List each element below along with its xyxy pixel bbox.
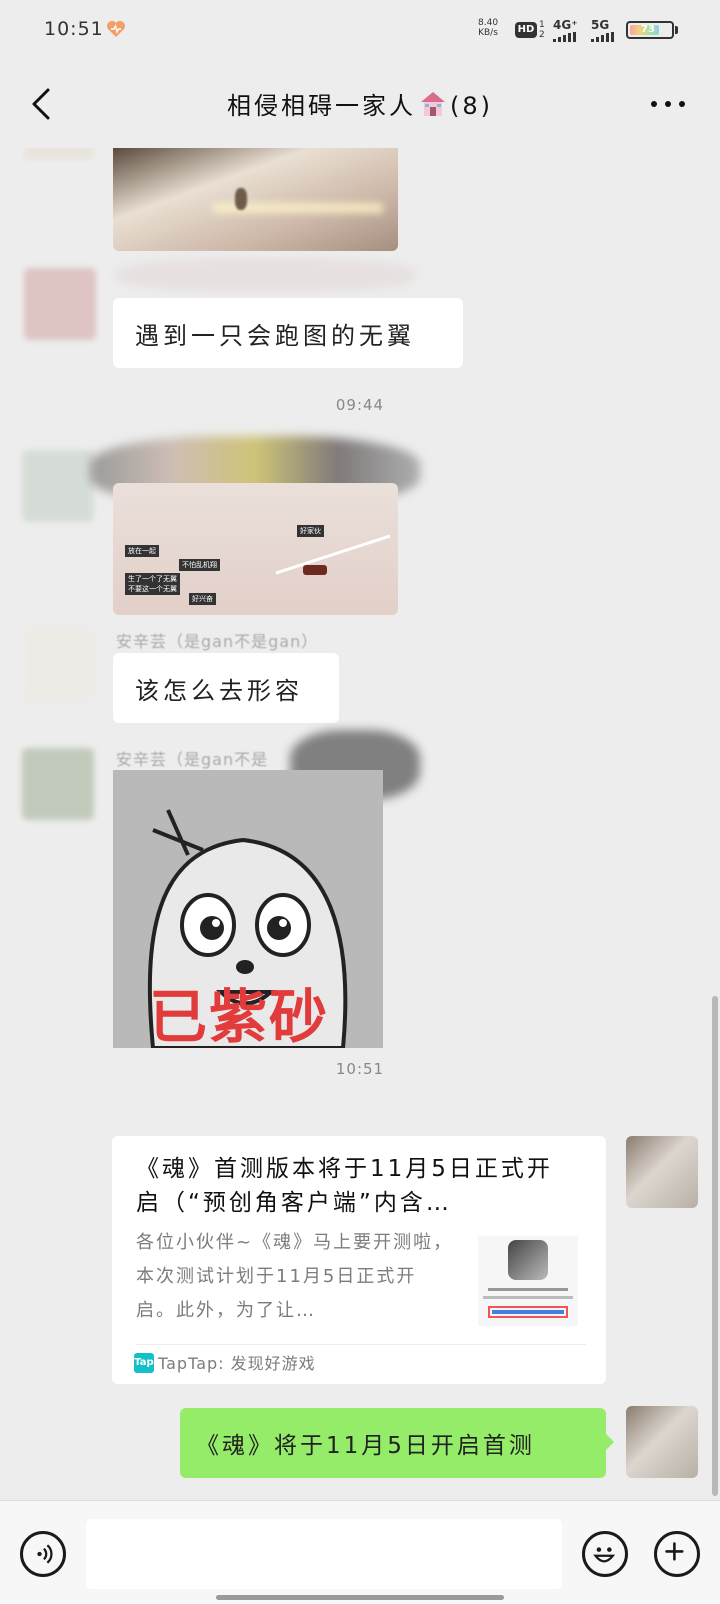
message-input[interactable] (86, 1519, 562, 1589)
image-figure (235, 188, 247, 210)
avatar[interactable] (22, 148, 96, 162)
screenshot-streak (275, 534, 391, 575)
my-avatar[interactable] (626, 1406, 698, 1478)
sender-name: 安辛芸（是gan不是 (116, 750, 269, 769)
hd-badge: HD (515, 22, 537, 38)
message-text: 《魂》将于11月5日开启首测 (196, 1433, 535, 1459)
thumbnail-app-icon (508, 1240, 548, 1280)
timestamp: 10:51 (335, 1060, 385, 1078)
taptap-logo-icon: Tap (134, 1353, 154, 1373)
sticker-image[interactable]: 已紫砂 (113, 770, 383, 1048)
more-options-icon[interactable] (646, 92, 690, 116)
net-speed: 8.40 KB/s (478, 18, 499, 38)
status-time: 10:51 (44, 18, 104, 40)
thumbnail-button (488, 1306, 568, 1318)
message-text: 该怎么去形容 (135, 677, 303, 705)
network-5g-label: 5G (591, 18, 610, 32)
member-count: (8) (450, 92, 493, 120)
link-card-description: 各位小伙伴~《魂》马上要开测啦，本次测试计划于11月5日正式开启。此外，为了让… (136, 1232, 454, 1321)
chat-title[interactable]: 相侵相碍一家人 (8) (120, 86, 600, 121)
sender-name: 安辛芸（是gan不是gan） (116, 632, 319, 651)
avatar[interactable] (24, 268, 96, 340)
back-arrow-icon[interactable] (20, 82, 64, 126)
sender-name-obscured (116, 258, 416, 292)
chat-history[interactable]: 遇到一只会跑图的无翼 09:44 放在一起 不怕乱机翔 生了一个了无翼 不要这一… (0, 148, 720, 1500)
link-card-message[interactable]: 《魂》首测版本将于11月5日正式开启（“预创角客户端”内含… 各位小伙伴~《魂》… (112, 1136, 606, 1384)
screenshot-label: 好兴奋 (189, 593, 216, 605)
scrollbar[interactable] (712, 996, 718, 1496)
chat-header: 相侵相碍一家人 (8) (0, 60, 720, 148)
card-divider (136, 1344, 586, 1345)
house-emoji-icon (421, 92, 445, 116)
text-message[interactable]: 该怎么去形容 (113, 653, 339, 723)
text-message[interactable]: 遇到一只会跑图的无翼 (113, 298, 463, 368)
input-bar (0, 1500, 720, 1604)
message-text: 遇到一只会跑图的无翼 (135, 322, 415, 350)
thumbnail-text-line (483, 1296, 573, 1299)
image-message[interactable] (113, 148, 398, 251)
emoji-icon[interactable] (582, 1531, 628, 1577)
screenshot-label: 不怕乱机翔 (179, 559, 220, 571)
game-screenshot[interactable]: 放在一起 不怕乱机翔 生了一个了无翼 不要这一个无翼 好兴奋 好家伙 (113, 483, 398, 615)
voice-input-icon[interactable] (20, 1531, 66, 1577)
avatar[interactable] (22, 748, 94, 820)
heart-icon (107, 21, 125, 37)
screenshot-label: 好家伙 (297, 525, 324, 537)
avatar[interactable] (22, 628, 94, 700)
screenshot-label: 不要这一个无翼 (125, 583, 180, 595)
link-card-title: 《魂》首测版本将于11月5日正式开启（“预创角客户端”内含… (136, 1156, 553, 1216)
link-card-source: TapTap: 发现好游戏 (158, 1354, 316, 1373)
battery-tip (675, 26, 678, 34)
sticker-caption: 已紫砂 (149, 983, 330, 1048)
screenshot-character (303, 565, 327, 575)
status-bar: 10:51 8.40 KB/s HD 1 2 4G⁺ 5G 73 (0, 0, 720, 60)
screenshot-label: 放在一起 (125, 545, 159, 557)
timestamp: 09:44 (335, 396, 385, 414)
bubble-tail (606, 1434, 614, 1450)
my-avatar[interactable] (626, 1136, 698, 1208)
link-card-thumbnail (478, 1236, 578, 1326)
signal-icon (591, 32, 614, 42)
network-4g-label: 4G⁺ (553, 18, 578, 32)
signal-icon (553, 32, 576, 42)
avatar[interactable] (22, 450, 94, 522)
home-indicator[interactable] (216, 1595, 504, 1600)
group-name: 相侵相碍一家人 (227, 92, 416, 120)
sim-slots: 1 2 (539, 20, 545, 40)
battery-icon: 73 (626, 21, 674, 39)
thumbnail-text-line (488, 1288, 568, 1291)
battery-level: 73 (641, 24, 655, 35)
add-plus-icon[interactable] (654, 1531, 700, 1577)
text-message-own[interactable]: 《魂》将于11月5日开启首测 (180, 1408, 606, 1478)
